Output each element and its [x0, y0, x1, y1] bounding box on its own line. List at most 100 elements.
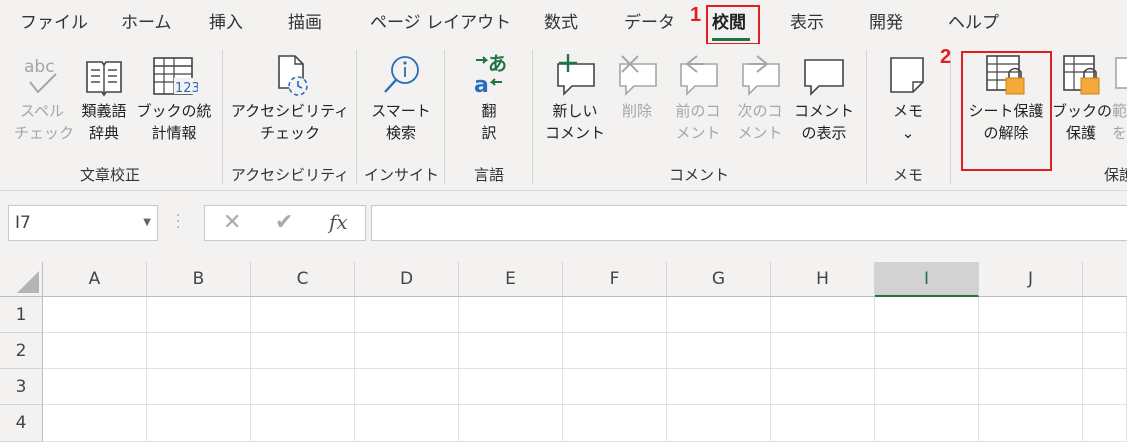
- delete-comment-button[interactable]: 削除: [608, 48, 666, 122]
- row-header-3[interactable]: 3: [0, 369, 43, 405]
- tab-formulas[interactable]: 数式: [544, 8, 578, 38]
- cell[interactable]: [771, 369, 875, 405]
- tab-help[interactable]: ヘルプ: [948, 8, 999, 38]
- formula-bar-resize-handle[interactable]: · · ·: [176, 209, 180, 235]
- cell[interactable]: [563, 405, 667, 442]
- spelling-button[interactable]: abc スペル チェック: [14, 48, 74, 144]
- cell[interactable]: [875, 333, 979, 369]
- cell[interactable]: [1083, 405, 1127, 442]
- cell[interactable]: [979, 333, 1083, 369]
- cell[interactable]: [147, 297, 251, 333]
- cell[interactable]: [459, 297, 563, 333]
- cancel-icon[interactable]: ✕: [223, 210, 241, 235]
- column-header-b[interactable]: B: [147, 262, 251, 297]
- tab-insert[interactable]: 挿入: [209, 8, 243, 38]
- cell[interactable]: [147, 405, 251, 442]
- column-header-f[interactable]: F: [563, 262, 667, 297]
- select-all-button[interactable]: [0, 262, 43, 297]
- cell[interactable]: [979, 369, 1083, 405]
- delete-comment-label-1: 削除: [621, 102, 652, 120]
- cell[interactable]: [875, 369, 979, 405]
- allow-edit-ranges-button[interactable]: 範 を: [1112, 48, 1127, 144]
- notes-button[interactable]: メモ ⌄: [876, 48, 940, 144]
- row-header-4[interactable]: 4: [0, 405, 43, 442]
- column-header-g[interactable]: G: [667, 262, 771, 297]
- cell[interactable]: [355, 333, 459, 369]
- check-accessibility-label-2: チェック: [259, 124, 320, 142]
- cell[interactable]: [771, 297, 875, 333]
- show-comments-button[interactable]: コメント の表示: [792, 48, 856, 144]
- tab-view[interactable]: 表示: [790, 8, 824, 38]
- cell[interactable]: [43, 297, 147, 333]
- previous-comment-label-1: 前のコ: [675, 102, 721, 120]
- row-header-2[interactable]: 2: [0, 333, 43, 369]
- cell[interactable]: [563, 369, 667, 405]
- cell[interactable]: [563, 333, 667, 369]
- cell[interactable]: [667, 405, 771, 442]
- tab-developer[interactable]: 開発: [869, 8, 903, 38]
- cell[interactable]: [459, 333, 563, 369]
- cell[interactable]: [43, 405, 147, 442]
- cell[interactable]: [1083, 297, 1127, 333]
- new-comment-button[interactable]: 新しい コメント: [544, 48, 606, 144]
- smart-lookup-button[interactable]: スマート 検索: [364, 48, 438, 144]
- group-protect: 保護: [1104, 166, 1127, 184]
- cell[interactable]: [563, 297, 667, 333]
- column-header-j[interactable]: J: [979, 262, 1083, 297]
- cell[interactable]: [355, 369, 459, 405]
- cell[interactable]: [667, 369, 771, 405]
- cell[interactable]: [875, 405, 979, 442]
- column-header-a[interactable]: A: [43, 262, 147, 297]
- enter-icon[interactable]: ✔: [275, 210, 293, 235]
- cell[interactable]: [459, 405, 563, 442]
- notes-dropdown-chevron[interactable]: ⌄: [876, 122, 940, 144]
- cell[interactable]: [979, 297, 1083, 333]
- cell[interactable]: [875, 297, 979, 333]
- tab-page-layout[interactable]: ページ レイアウト: [370, 8, 511, 38]
- workbook-statistics-button[interactable]: 123 ブックの統 計情報: [136, 48, 212, 144]
- cell[interactable]: [251, 297, 355, 333]
- previous-comment-button[interactable]: 前のコ メント: [668, 48, 728, 144]
- cell[interactable]: [1083, 369, 1127, 405]
- cell[interactable]: [667, 333, 771, 369]
- cell[interactable]: [771, 405, 875, 442]
- row-header-1[interactable]: 1: [0, 297, 43, 333]
- name-box-dropdown-icon[interactable]: ▼: [143, 206, 151, 240]
- cell[interactable]: [147, 333, 251, 369]
- formula-input[interactable]: [371, 205, 1127, 241]
- protect-workbook-button[interactable]: ブックの 保護: [1052, 48, 1112, 144]
- cell[interactable]: [771, 333, 875, 369]
- cell[interactable]: [147, 369, 251, 405]
- check-accessibility-button[interactable]: アクセシビリティ チェック: [230, 48, 350, 144]
- allow-edit-ranges-label-2: を: [1112, 124, 1127, 142]
- cell[interactable]: [43, 333, 147, 369]
- tab-file[interactable]: ファイル: [20, 8, 88, 38]
- cell[interactable]: [43, 369, 147, 405]
- show-comments-label-2: の表示: [801, 124, 847, 142]
- cell[interactable]: [251, 369, 355, 405]
- cell[interactable]: [355, 297, 459, 333]
- cell[interactable]: [251, 333, 355, 369]
- cell[interactable]: [667, 297, 771, 333]
- column-header-k-partial[interactable]: [1083, 262, 1127, 297]
- insert-function-icon[interactable]: fx: [329, 210, 348, 234]
- translate-label-2: 訳: [481, 124, 497, 142]
- column-header-c[interactable]: C: [251, 262, 355, 297]
- column-header-h[interactable]: H: [771, 262, 875, 297]
- next-comment-button[interactable]: 次のコ メント: [730, 48, 790, 144]
- column-header-i[interactable]: I: [875, 262, 979, 297]
- column-header-e[interactable]: E: [459, 262, 563, 297]
- cell[interactable]: [979, 405, 1083, 442]
- cell[interactable]: [355, 405, 459, 442]
- cell[interactable]: [251, 405, 355, 442]
- cell[interactable]: [459, 369, 563, 405]
- tab-data[interactable]: データ: [624, 8, 675, 38]
- name-box[interactable]: I7 ▼: [8, 205, 158, 241]
- allow-edit-ranges-label-1: 範: [1112, 102, 1127, 120]
- column-header-d[interactable]: D: [355, 262, 459, 297]
- cell[interactable]: [1083, 333, 1127, 369]
- translate-button[interactable]: あ a 翻 訳: [454, 48, 524, 144]
- tab-home[interactable]: ホーム: [121, 8, 172, 38]
- tab-draw[interactable]: 描画: [288, 8, 322, 38]
- thesaurus-button[interactable]: 類義語 辞典: [76, 48, 132, 144]
